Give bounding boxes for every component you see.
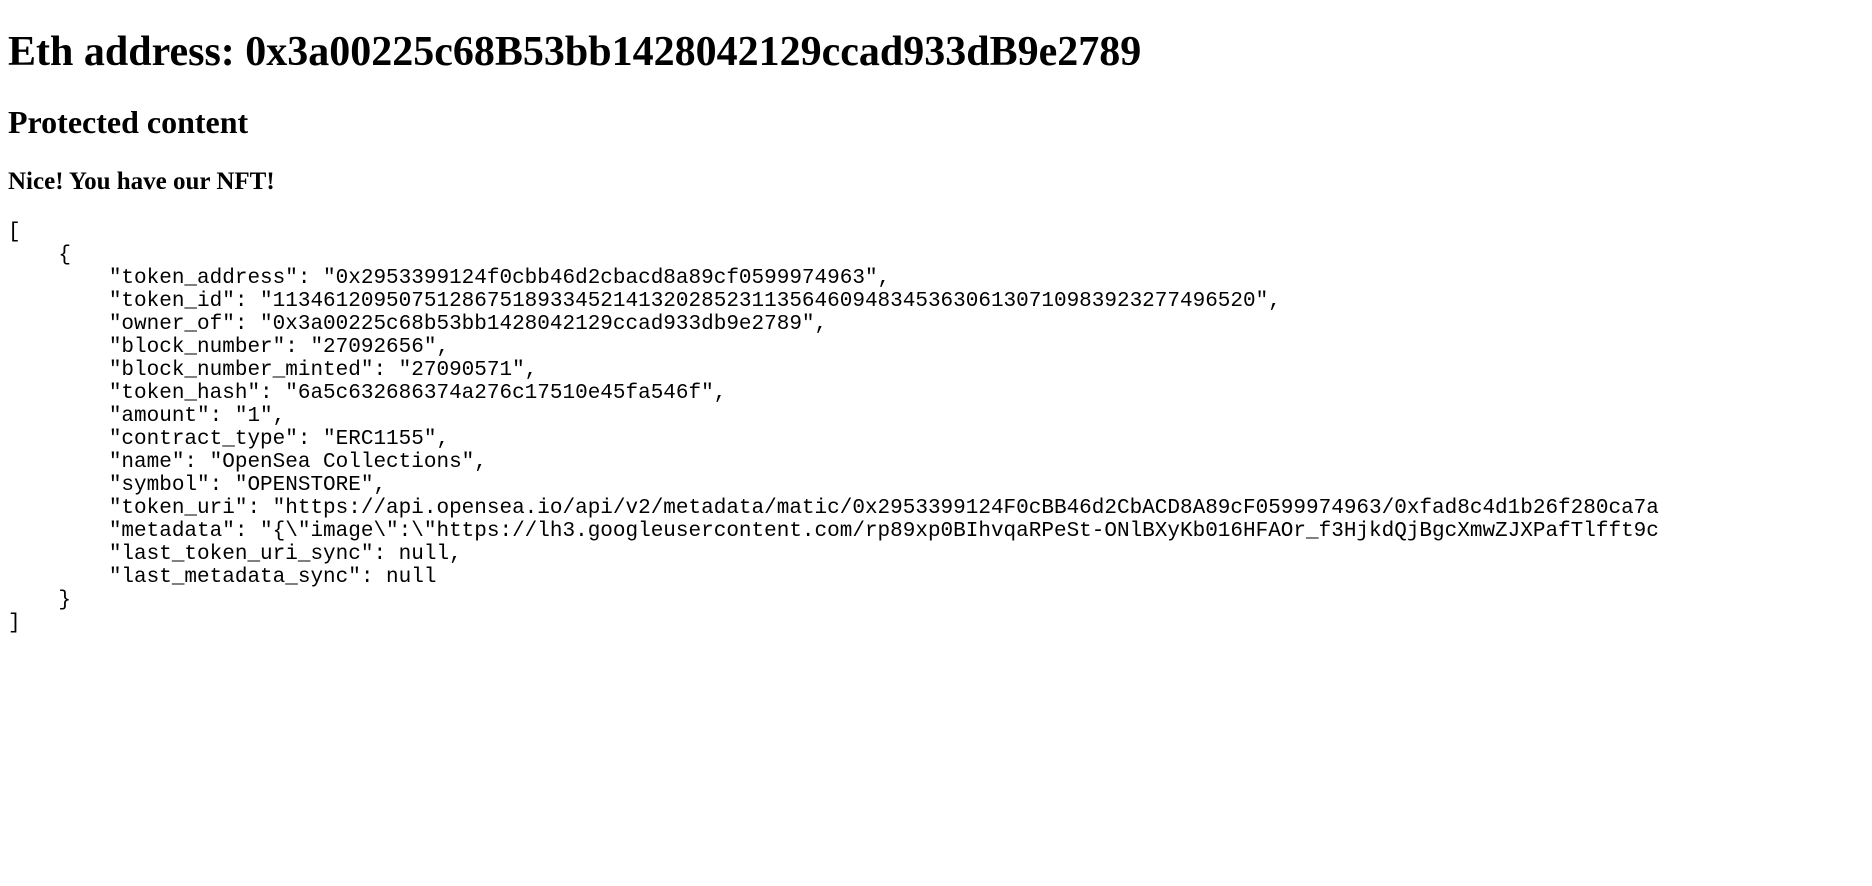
section-heading: Protected content <box>8 104 1864 141</box>
page-title: Eth address: 0x3a00225c68B53bb1428042129… <box>8 28 1864 76</box>
json-payload: [ { "token_address": "0x2953399124f0cbb4… <box>8 221 1864 635</box>
status-message: Nice! You have our NFT! <box>8 168 1864 196</box>
